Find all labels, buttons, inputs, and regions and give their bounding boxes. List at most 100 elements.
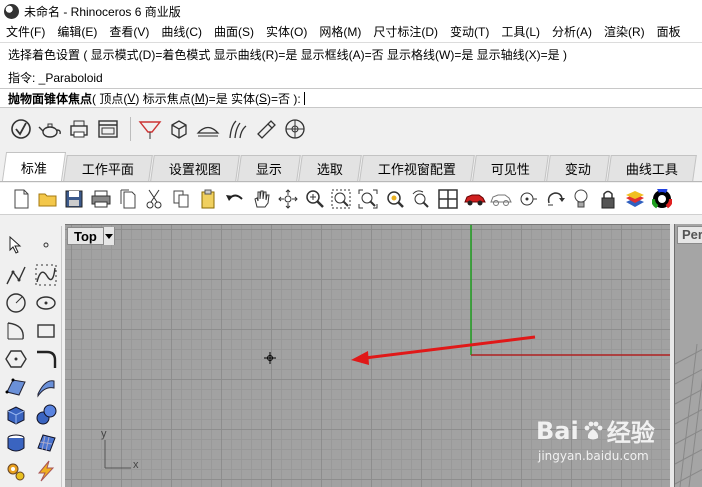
- polyline-button[interactable]: [3, 262, 29, 288]
- ellipse-button[interactable]: [33, 290, 59, 316]
- perspective-viewport[interactable]: Per: [674, 224, 702, 487]
- circle-button[interactable]: [3, 290, 29, 316]
- cplane-icon: [138, 121, 162, 139]
- color-wheel-icon: [651, 188, 672, 209]
- object-snap-button[interactable]: [517, 188, 539, 210]
- menu-solid[interactable]: 实体(O): [260, 22, 313, 42]
- menu-mesh[interactable]: 网格(M): [313, 22, 367, 42]
- point-icon: [43, 242, 49, 248]
- tab-transform[interactable]: 变动: [546, 155, 610, 181]
- grass-tool-button[interactable]: [224, 116, 250, 142]
- save-button[interactable]: [63, 188, 85, 210]
- undo-view-button[interactable]: [410, 188, 432, 210]
- lock-button[interactable]: [597, 188, 619, 210]
- menu-dimension[interactable]: 尺寸标注(D): [367, 22, 444, 42]
- paint-tool-button[interactable]: [253, 116, 279, 142]
- zoom-button[interactable]: [304, 188, 326, 210]
- menu-transform[interactable]: 变动(T): [444, 22, 495, 42]
- options-gear-button[interactable]: [3, 458, 29, 484]
- menu-render[interactable]: 渲染(R): [598, 22, 651, 42]
- check-objects-button[interactable]: [8, 116, 34, 142]
- menu-tools[interactable]: 工具(L): [495, 22, 546, 42]
- tab-label: 选取: [316, 162, 344, 177]
- extrude-surface-button[interactable]: [33, 374, 59, 400]
- tab-standard[interactable]: 标准: [1, 152, 67, 181]
- render-preview-button[interactable]: [490, 188, 513, 210]
- layer-button[interactable]: [624, 188, 646, 210]
- upper-toolbar: [0, 110, 702, 148]
- menu-view[interactable]: 查看(V): [103, 22, 155, 42]
- cut-button[interactable]: [143, 188, 165, 210]
- menu-edit[interactable]: 编辑(E): [51, 22, 103, 42]
- render-car-button[interactable]: [463, 188, 486, 210]
- cplane-tool-button[interactable]: [137, 116, 163, 142]
- rotate-button[interactable]: [544, 188, 566, 210]
- box-solid-button[interactable]: [3, 402, 29, 428]
- cylinder-solid-button[interactable]: [3, 430, 29, 456]
- light-button[interactable]: [570, 188, 592, 210]
- tab-select[interactable]: 选取: [298, 155, 362, 181]
- zoom-window-button[interactable]: [330, 188, 352, 210]
- import-button[interactable]: [117, 188, 139, 210]
- point-button[interactable]: [33, 232, 59, 258]
- open-button[interactable]: [37, 188, 59, 210]
- spheres-icon: [36, 404, 57, 425]
- curve-button[interactable]: [33, 262, 59, 288]
- copy-button[interactable]: [170, 188, 192, 210]
- tab-display[interactable]: 显示: [237, 155, 301, 181]
- undo-view-icon: [412, 189, 430, 208]
- four-viewports-button[interactable]: [437, 188, 459, 210]
- menu-surface[interactable]: 曲面(S): [208, 22, 260, 42]
- command-prompt[interactable]: 抛物面锥体焦点 ( 顶点( V ) 标示焦点( M )=是 实体( S )=否 …: [0, 88, 702, 108]
- fillet-curve-button[interactable]: [33, 346, 59, 372]
- option-mark-focus-key[interactable]: M: [195, 91, 205, 105]
- baidu-watermark: Bai 经验 jingyan.baidu.com: [536, 413, 655, 464]
- clipboard-icon: [201, 189, 215, 208]
- select-button[interactable]: [3, 232, 29, 258]
- menu-bar: 文件(F) 编辑(E) 查看(V) 曲线(C) 曲面(S) 实体(O) 网格(M…: [0, 22, 702, 42]
- prompt-text: )=否 ):: [267, 91, 301, 106]
- paste-button[interactable]: [197, 188, 219, 210]
- tab-curve-tools[interactable]: 曲线工具: [607, 155, 697, 181]
- box-tool-button[interactable]: [166, 116, 192, 142]
- shade-icon: [196, 126, 220, 137]
- tab-cplanes[interactable]: 工作平面: [63, 155, 153, 181]
- color-button[interactable]: [651, 188, 673, 210]
- window-frame-button[interactable]: [95, 116, 121, 142]
- menu-panels[interactable]: 面板: [651, 22, 687, 42]
- tab-label: 工作平面: [81, 162, 134, 177]
- menu-analyze[interactable]: 分析(A): [546, 22, 598, 42]
- menu-curve[interactable]: 曲线(C): [155, 22, 208, 42]
- menu-file[interactable]: 文件(F): [0, 22, 51, 42]
- new-button[interactable]: [10, 188, 32, 210]
- pan-button[interactable]: [250, 188, 272, 210]
- teapot-button[interactable]: [37, 116, 63, 142]
- perspective-grid: [675, 343, 702, 487]
- window-title: 未命名 - Rhinoceros 6 商业版: [24, 4, 181, 19]
- print-button[interactable]: [90, 188, 112, 210]
- undo-button[interactable]: [224, 188, 246, 210]
- option-vertex-key[interactable]: V: [127, 91, 135, 105]
- sphere-solid-button[interactable]: [33, 402, 59, 428]
- zoom-extents-button[interactable]: [357, 188, 379, 210]
- tab-viewport-layout[interactable]: 工作视窗配置: [359, 155, 475, 181]
- tab-set-view[interactable]: 设置视图: [150, 155, 240, 181]
- scissors-icon: [146, 189, 162, 208]
- arc-button[interactable]: [3, 318, 29, 344]
- car-render-button[interactable]: [195, 116, 221, 142]
- tab-label: 标准: [20, 160, 47, 176]
- zoom-selected-icon: [386, 190, 404, 208]
- mesh-button[interactable]: [33, 430, 59, 456]
- gumball-button[interactable]: [282, 116, 308, 142]
- polygon-button[interactable]: [3, 346, 29, 372]
- zoom-selected-button[interactable]: [384, 188, 406, 210]
- surface-points-icon: [5, 378, 26, 396]
- rectangle-button[interactable]: [33, 318, 59, 344]
- tab-visibility[interactable]: 可见性: [472, 155, 549, 181]
- surface-from-points-button[interactable]: [3, 374, 29, 400]
- command-history-line: 选择着色设置 ( 显示模式(D)=着色模式 显示曲线(R)=是 显示框线(A)=…: [8, 48, 567, 62]
- option-solid-key[interactable]: S: [259, 91, 267, 105]
- rotate-view-button[interactable]: [277, 188, 299, 210]
- print-setup-button[interactable]: [66, 116, 92, 142]
- lightning-tool-button[interactable]: [33, 458, 59, 484]
